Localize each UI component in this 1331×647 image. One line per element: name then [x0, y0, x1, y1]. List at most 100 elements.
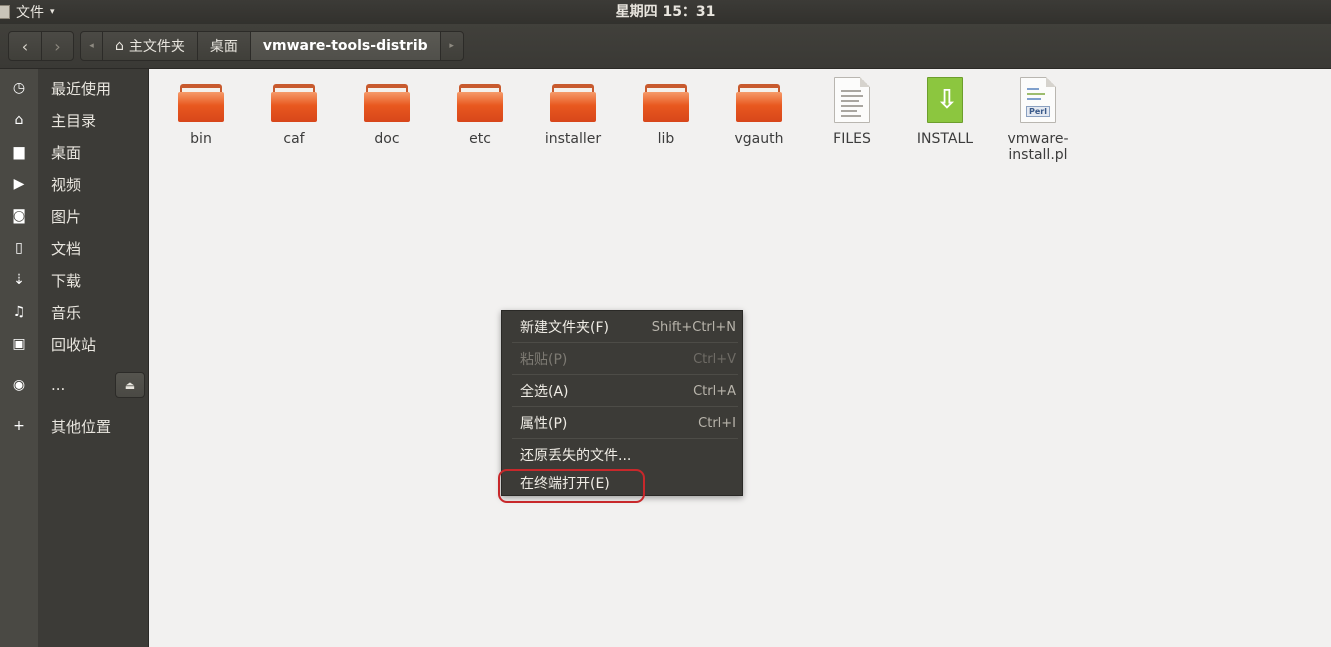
file-name: installer — [544, 131, 602, 147]
sidebar-item-label: 回收站 — [51, 335, 97, 354]
folder-icon — [550, 84, 596, 122]
back-button[interactable]: ‹ — [9, 32, 41, 60]
file-item-folder[interactable]: etc — [435, 75, 525, 147]
chevron-right-icon: › — [54, 36, 61, 56]
path-scroll-right-button[interactable]: ▸ — [441, 32, 463, 60]
path-segment-label: 桌面 — [209, 39, 238, 55]
text-file-icon — [834, 77, 870, 123]
sidebar-item-label: 文档 — [51, 239, 82, 258]
menu-item-shortcut: Ctrl+A — [693, 383, 736, 399]
menu-item-label: 全选(A) — [520, 384, 569, 400]
menu-separator — [512, 374, 738, 375]
file-name: vgauth — [734, 131, 784, 147]
file-name: vmware- install.pl — [993, 131, 1083, 163]
menu-item-shortcut: Ctrl+V — [693, 351, 736, 367]
sidebar-item-recent[interactable]: ◷ 最近使用 — [0, 72, 149, 104]
menu-item-paste[interactable]: 粘贴(P) Ctrl+V — [502, 344, 744, 374]
recent-icon: ◷ — [12, 80, 26, 96]
menu-separator — [512, 342, 738, 343]
menu-item-properties[interactable]: 属性(P) Ctrl+I — [502, 408, 744, 438]
sidebar-item-label: 其他位置 — [51, 417, 112, 436]
sidebar-item-label: 音乐 — [51, 303, 82, 322]
folder-icon — [271, 84, 317, 122]
sidebar-item-home[interactable]: ⌂ 主目录 — [0, 104, 149, 136]
path-scroll-left-button[interactable]: ◂ — [81, 32, 103, 60]
sidebar-item-label: 视频 — [51, 175, 82, 194]
home-icon: ⌂ — [14, 112, 24, 128]
sidebar-item-label: 图片 — [51, 207, 82, 226]
music-icon: ♫ — [12, 304, 26, 320]
file-item-folder[interactable]: vgauth — [714, 75, 804, 147]
download-icon: ⇣ — [13, 272, 25, 288]
menu-item-shortcut: Ctrl+I — [698, 415, 736, 431]
path-segment-label: vmware-tools-distrib — [262, 38, 428, 54]
folder-icon — [643, 84, 689, 122]
video-icon: ▶ — [13, 176, 25, 192]
file-item-perl-script[interactable]: Perl vmware- install.pl — [993, 75, 1083, 163]
menu-item-restore-missing-files[interactable]: 还原丢失的文件... — [502, 440, 744, 470]
download-arrow-icon: ⇩ — [927, 77, 963, 123]
chevron-left-icon: ‹ — [21, 36, 29, 56]
annotation-highlight-ring — [498, 469, 645, 503]
folder-icon — [178, 84, 224, 122]
folder-icon — [736, 84, 782, 122]
sidebar-item-trash[interactable]: ▣ 回收站 — [0, 328, 149, 360]
top-panel: 文件 ▾ 星期四 15：31 — [0, 0, 1331, 24]
file-item-folder[interactable]: lib — [621, 75, 711, 147]
folder-icon: ▆ — [13, 144, 25, 160]
file-name: etc — [469, 131, 491, 147]
menu-separator — [512, 406, 738, 407]
document-icon: ▯ — [15, 240, 23, 256]
sidebar-item-label: 主目录 — [51, 111, 97, 130]
sidebar-item-other-locations[interactable]: + 其他位置 — [0, 410, 149, 442]
menu-item-label: 还原丢失的文件... — [520, 448, 632, 464]
menu-separator — [512, 438, 738, 439]
file-item-folder[interactable]: doc — [342, 75, 432, 147]
file-item-folder[interactable]: caf — [249, 75, 339, 147]
sidebar-item-music[interactable]: ♫ 音乐 — [0, 296, 149, 328]
file-name-line: install.pl — [1008, 147, 1068, 163]
clock[interactable]: 星期四 15：31 — [0, 0, 1331, 24]
file-item-text[interactable]: FILES — [807, 75, 897, 147]
file-name: doc — [374, 131, 400, 147]
sidebar-item-label: ... — [51, 376, 66, 394]
sidebar-item-label: 最近使用 — [51, 79, 112, 98]
file-name: INSTALL — [916, 131, 974, 147]
file-name-line: vmware- — [1007, 131, 1069, 147]
menu-item-label: 粘贴(P) — [520, 352, 568, 368]
home-icon: ⌂ — [115, 38, 124, 54]
plus-icon: + — [13, 418, 25, 434]
perl-script-icon: Perl — [1020, 77, 1056, 123]
file-item-install[interactable]: ⇩ INSTALL — [900, 75, 990, 147]
sidebar-item-label: 下载 — [51, 271, 82, 290]
file-item-folder[interactable]: installer — [528, 75, 618, 147]
eject-icon: ⏏ — [124, 378, 136, 392]
file-name: bin — [190, 131, 212, 147]
folder-icon — [457, 84, 503, 122]
sidebar-item-documents[interactable]: ▯ 文档 — [0, 232, 149, 264]
path-segment-current[interactable]: vmware-tools-distrib — [250, 32, 441, 60]
perl-badge: Perl — [1026, 106, 1050, 117]
path-segment-home[interactable]: ⌂ 主文件夹 — [103, 32, 198, 60]
file-name: FILES — [833, 131, 871, 147]
sidebar-item-downloads[interactable]: ⇣ 下载 — [0, 264, 149, 296]
menu-item-new-folder[interactable]: 新建文件夹(F) Shift+Ctrl+N — [502, 312, 744, 342]
file-name: caf — [283, 131, 305, 147]
sidebar-item-desktop[interactable]: ▆ 桌面 — [0, 136, 149, 168]
menu-item-label: 新建文件夹(F) — [520, 320, 609, 336]
triangle-left-icon: ◂ — [89, 41, 94, 51]
sidebar-item-videos[interactable]: ▶ 视频 — [0, 168, 149, 200]
menu-item-label: 属性(P) — [520, 416, 568, 432]
sidebar-item-pictures[interactable]: ◙ 图片 — [0, 200, 149, 232]
file-item-folder[interactable]: bin — [156, 75, 246, 147]
path-segment-desktop[interactable]: 桌面 — [198, 32, 251, 60]
triangle-right-icon: ▸ — [449, 41, 454, 51]
eject-button[interactable]: ⏏ — [115, 372, 145, 398]
trash-icon: ▣ — [12, 336, 26, 352]
disc-icon: ◉ — [12, 377, 26, 393]
sidebar: ◷ 最近使用 ⌂ 主目录 ▆ 桌面 ▶ 视频 ◙ 图片 ▯ 文档 ⇣ 下载 ♫ … — [0, 69, 149, 647]
path-bar: ◂ ⌂ 主文件夹 桌面 vmware-tools-distrib ▸ — [80, 31, 464, 61]
forward-button[interactable]: › — [41, 32, 73, 60]
file-name: lib — [657, 131, 675, 147]
menu-item-select-all[interactable]: 全选(A) Ctrl+A — [502, 376, 744, 406]
